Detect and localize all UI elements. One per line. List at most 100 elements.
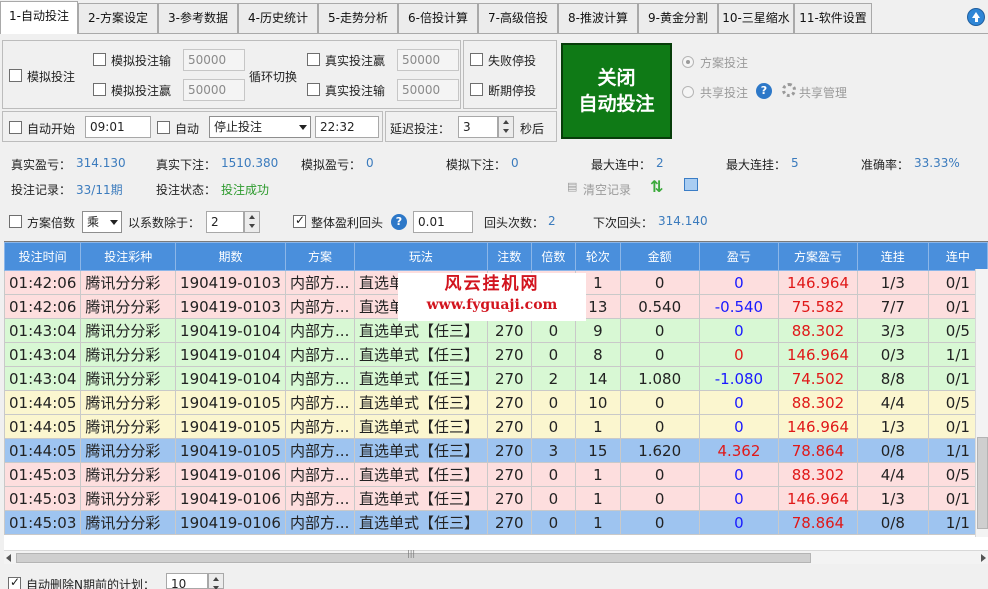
window-icon[interactable] [684, 178, 698, 191]
table-cell: 0 [698, 270, 780, 295]
fail-stop-checkbox[interactable] [470, 53, 483, 66]
real-bet-label: 真实下注： [156, 158, 217, 172]
sim-win-checkbox[interactable] [93, 83, 106, 96]
table-cell: 7/7 [856, 294, 929, 319]
table-row[interactable]: 01:44:05 腾讯分分彩 190419-0105 内部方... 直选单式【任三】 27… [4, 414, 988, 439]
sim-bet-value: 0 [511, 156, 519, 170]
sim-lose-checkbox[interactable] [93, 53, 106, 66]
rollback-input[interactable]: 0.01 [413, 211, 473, 233]
sim-lose-input[interactable]: 50000 [183, 49, 245, 71]
real-win-label: 真实投注赢 [325, 54, 386, 68]
scroll-up-icon[interactable] [967, 8, 985, 26]
table-row[interactable]: 01:45:03 腾讯分分彩 190419-0106 内部方... 直选单式【任三】 27… [4, 486, 988, 511]
table-cell: 01:45:03 [4, 486, 82, 511]
gear-icon[interactable] [782, 83, 796, 97]
auto-start-checkbox[interactable] [9, 121, 22, 134]
column-header[interactable]: 盈亏 [698, 242, 780, 271]
multiplier-checkbox[interactable] [9, 215, 22, 228]
divide-spinner[interactable] [244, 211, 260, 233]
table-cell: 腾讯分分彩 [80, 510, 177, 535]
auto-action-checkbox[interactable] [157, 121, 170, 134]
table-row[interactable]: 01:43:04 腾讯分分彩 190419-0104 内部方... 直选单式【任三】 27… [4, 318, 988, 343]
scroll-right-icon[interactable] [981, 554, 986, 562]
tab-software-settings[interactable]: 11-软件设置 [794, 3, 872, 33]
stop-time-input[interactable]: 22:32 [315, 116, 379, 138]
period-stop-checkbox[interactable] [470, 83, 483, 96]
rollback-label: 整体盈利回头 [311, 216, 384, 230]
table-cell: 0 [619, 318, 700, 343]
column-header[interactable]: 玩法 [354, 242, 488, 271]
tab-trend-analysis[interactable]: 5-走势分析 [318, 3, 398, 33]
table-cell: 1.080 [619, 366, 700, 391]
table-row[interactable]: 01:44:05 腾讯分分彩 190419-0105 内部方... 直选单式【任三】 27… [4, 390, 988, 415]
column-header[interactable]: 投注时间 [4, 242, 82, 271]
column-header[interactable]: 注数 [486, 242, 532, 271]
clear-records-button[interactable]: 清空记录 [583, 181, 631, 198]
tab-advanced-multiplier[interactable]: 7-高级倍投 [478, 3, 558, 33]
real-win-input[interactable]: 50000 [397, 49, 459, 71]
column-header[interactable]: 轮次 [575, 242, 621, 271]
horizontal-scroll-thumb[interactable] [16, 549, 811, 563]
real-lose-input[interactable]: 50000 [397, 79, 459, 101]
trash-icon[interactable]: ▤ [567, 180, 577, 193]
table-row[interactable]: 01:43:04 腾讯分分彩 190419-0104 内部方... 直选单式【任三】 27… [4, 342, 988, 367]
auto-action-select[interactable]: 停止投注 [209, 116, 311, 138]
table-row[interactable]: 01:43:04 腾讯分分彩 190419-0104 内部方... 直选单式【任三】 27… [4, 366, 988, 391]
table-row[interactable]: 01:44:05 腾讯分分彩 190419-0105 内部方... 直选单式【任三】 27… [4, 438, 988, 463]
vertical-scroll-thumb[interactable] [977, 437, 988, 529]
column-header[interactable]: 投注彩种 [80, 242, 177, 271]
column-header[interactable]: 期数 [175, 242, 287, 271]
table-row[interactable]: 01:45:03 腾讯分分彩 190419-0106 内部方... 直选单式【任三】 27… [4, 462, 988, 487]
column-header[interactable]: 倍数 [530, 242, 577, 271]
next-rollback-label: 下次回头： [593, 216, 654, 230]
auto-delete-input[interactable]: 10 [166, 573, 208, 589]
share-manage-button[interactable]: 共享管理 [799, 84, 847, 101]
column-header[interactable]: 方案盈亏 [778, 242, 858, 271]
column-header[interactable]: 连中 [927, 242, 988, 271]
tab-wave-calc[interactable]: 8-推波计算 [558, 3, 638, 33]
table-cell: 0 [530, 318, 577, 343]
start-time-input[interactable]: 09:01 [85, 116, 151, 138]
column-header[interactable]: 方案 [285, 242, 355, 271]
horizontal-scrollbar[interactable] [4, 549, 988, 564]
table-cell: -0.540 [698, 294, 780, 319]
delay-input[interactable]: 3 [458, 116, 498, 138]
simulate-checkbox[interactable] [9, 69, 22, 82]
table-cell: 0 [698, 318, 780, 343]
tab-history-stats[interactable]: 4-历史统计 [238, 3, 318, 33]
tab-reference-data[interactable]: 3-参考数据 [158, 3, 238, 33]
plan-bet-radio[interactable] [682, 56, 694, 68]
tab-auto-bet[interactable]: 1-自动投注 [0, 1, 78, 34]
real-win-checkbox[interactable] [307, 53, 320, 66]
share-bet-radio[interactable] [682, 86, 694, 98]
real-lose-checkbox[interactable] [307, 83, 320, 96]
table-cell: 内部方... [285, 510, 355, 535]
sim-win-input[interactable]: 50000 [183, 79, 245, 101]
help-icon[interactable]: ? [756, 83, 772, 99]
operator-select[interactable]: 乘 [82, 211, 122, 233]
toggle-auto-bet-button[interactable]: 关闭 自动投注 [561, 43, 672, 139]
divide-input[interactable]: 2 [206, 211, 244, 233]
sort-arrows-icon[interactable]: ⇅ [650, 177, 663, 196]
table-cell: 0 [698, 486, 780, 511]
auto-action-label: 自动 [175, 122, 200, 136]
tab-multiplier-calc[interactable]: 6-倍投计算 [398, 3, 478, 33]
tab-plan-settings[interactable]: 2-方案设定 [78, 3, 158, 33]
table-cell: 内部方... [285, 342, 355, 367]
auto-delete-checkbox[interactable] [8, 575, 21, 589]
table-cell: 4/4 [856, 462, 929, 487]
table-row[interactable]: 01:45:03 腾讯分分彩 190419-0106 内部方... 直选单式【任三】 27… [4, 510, 988, 535]
delay-spinner[interactable] [498, 116, 514, 138]
scroll-left-icon[interactable] [6, 554, 11, 562]
table-cell: 腾讯分分彩 [80, 414, 177, 439]
tab-golden-ratio[interactable]: 9-黄金分割 [638, 3, 718, 33]
tab-three-star-shrink[interactable]: 10-三星缩水 [718, 3, 794, 33]
rollback-checkbox[interactable] [293, 213, 306, 228]
table-cell: 腾讯分分彩 [80, 486, 177, 511]
vertical-scrollbar[interactable] [975, 269, 988, 537]
auto-delete-spinner[interactable] [208, 573, 224, 589]
next-rollback-value: 314.140 [658, 214, 708, 228]
column-header[interactable]: 连挂 [856, 242, 929, 271]
column-header[interactable]: 金额 [619, 242, 700, 271]
help-icon[interactable]: ? [391, 214, 407, 230]
